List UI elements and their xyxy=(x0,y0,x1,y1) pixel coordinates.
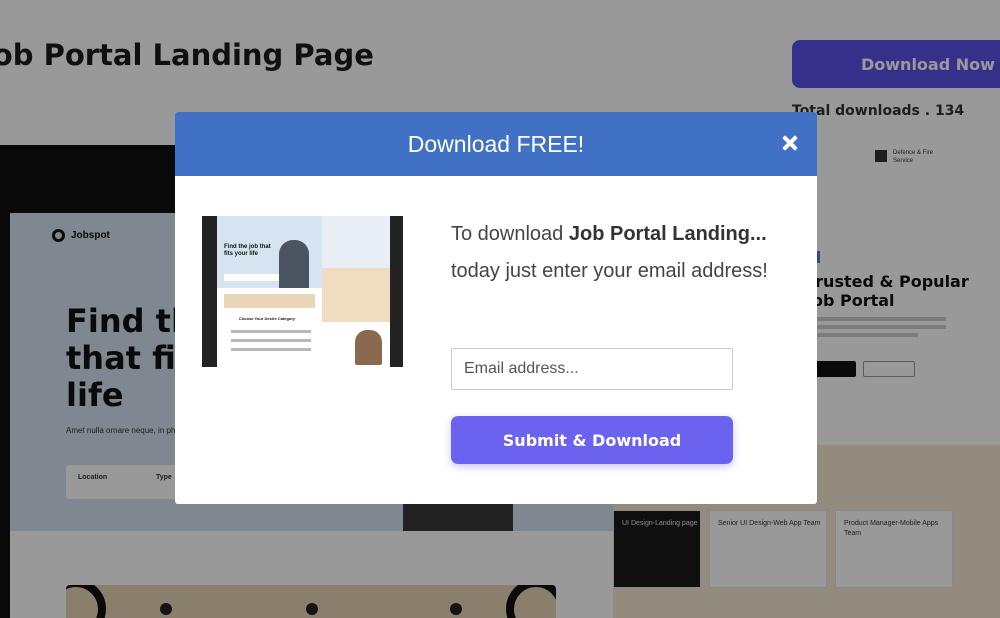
thumbnail-section xyxy=(322,216,390,268)
thumbnail-headline: Find the job that fits your life xyxy=(224,244,271,257)
thumbnail-person xyxy=(279,240,309,288)
submit-download-button[interactable]: Submit & Download xyxy=(451,416,733,464)
thumbnail-search xyxy=(224,274,279,281)
thumbnail-category-title: Choose Your Desire Category xyxy=(238,316,296,321)
download-modal: Download FREE! Find the job that fits yo… xyxy=(175,112,817,504)
product-name: Job Portal Landing... xyxy=(568,223,767,245)
description-suffix: today just enter your email address! xyxy=(451,260,768,282)
email-field[interactable] xyxy=(451,348,733,390)
thumbnail-hero: Find the job that fits your life xyxy=(217,216,322,288)
thumbnail-section xyxy=(322,268,390,322)
description-prefix: To download xyxy=(451,223,569,245)
close-icon[interactable] xyxy=(778,131,802,155)
modal-title: Download FREE! xyxy=(407,131,585,157)
thumbnail-band xyxy=(224,294,315,308)
thumbnail-page xyxy=(322,216,390,367)
modal-header: Download FREE! xyxy=(175,112,817,176)
thumbnail-grid xyxy=(231,330,311,357)
product-thumbnail: Find the job that fits your life Choose … xyxy=(202,216,403,367)
modal-description: To download Job Portal Landing... today … xyxy=(451,216,771,290)
thumbnail-frame xyxy=(202,216,217,367)
thumbnail-page: Find the job that fits your life Choose … xyxy=(217,216,322,367)
thumbnail-person xyxy=(355,330,382,365)
